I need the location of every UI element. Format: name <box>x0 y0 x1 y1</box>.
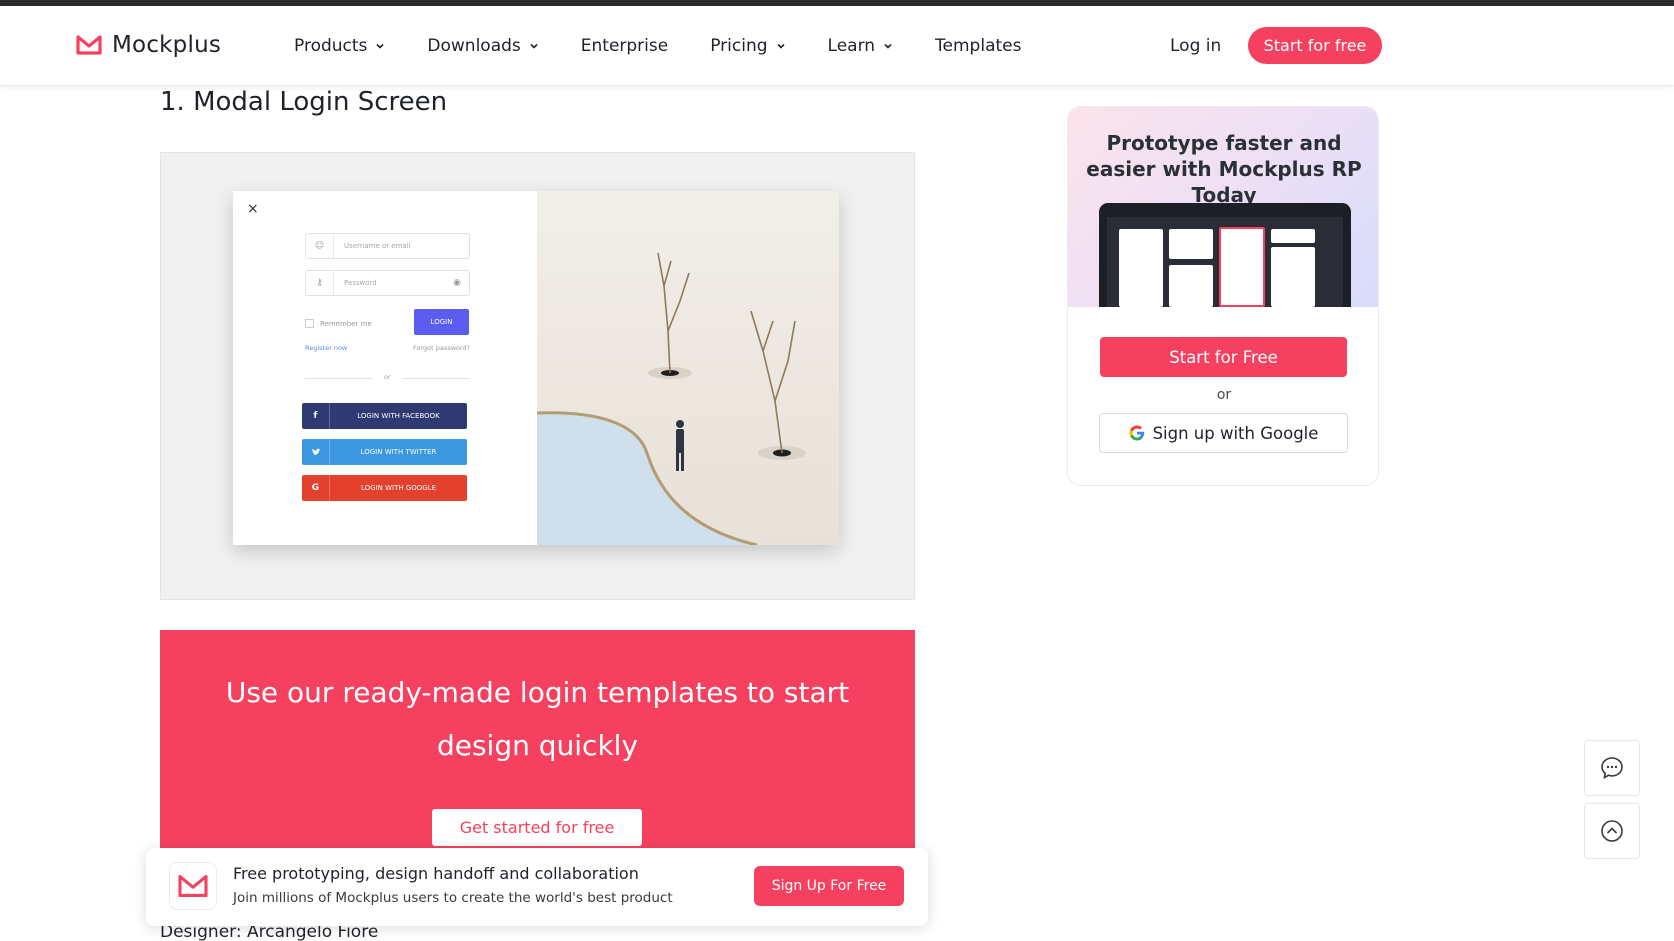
or-text: or <box>384 373 391 381</box>
username-field: ☺ Username or email <box>305 233 470 259</box>
twitter-login-label: LOGIN WITH TWITTER <box>360 448 437 456</box>
divider-line <box>305 378 373 379</box>
sign-up-button[interactable]: Sign Up For Free <box>754 866 904 906</box>
chat-icon <box>1601 757 1623 779</box>
google-icon: G <box>302 475 330 501</box>
facebook-login-label: LOGIN WITH FACEBOOK <box>357 412 440 420</box>
or-divider: or <box>305 373 470 383</box>
brand-logo[interactable]: Mockplus <box>76 32 221 58</box>
promo-banner: Use our ready-made login templates to st… <box>160 630 915 850</box>
close-icon: × <box>247 201 259 217</box>
brand-name: Mockplus <box>112 32 222 58</box>
screen-card <box>1271 247 1315 307</box>
twitter-icon <box>302 439 330 465</box>
google-signup-label: Sign up with Google <box>1152 423 1319 443</box>
twitter-login-button: LOGIN WITH TWITTER <box>302 439 467 465</box>
sidebar-heading: Prototype faster and easier with Mockplu… <box>1086 131 1362 207</box>
nav-learn-label: Learn <box>827 36 876 56</box>
nav-learn[interactable]: Learn <box>828 36 894 56</box>
laptop-screen <box>1107 217 1343 307</box>
screen-card <box>1271 229 1315 243</box>
password-placeholder: Password <box>344 279 377 287</box>
username-placeholder: Username or email <box>344 242 411 250</box>
signup-sticky-bar: Free prototyping, design handoff and col… <box>146 848 928 926</box>
nav-products[interactable]: Products <box>294 36 385 56</box>
divider-line <box>402 378 470 379</box>
sidebar-hero: Prototype faster and easier with Mockplu… <box>1068 107 1378 307</box>
promo-text: Use our ready-made login templates to st… <box>225 676 850 762</box>
site-header: Mockplus Products Downloads Enterprise P… <box>0 6 1674 86</box>
sidebar-or-text: or <box>1216 387 1232 403</box>
nav-enterprise[interactable]: Enterprise <box>581 36 668 56</box>
screen-card <box>1169 229 1213 259</box>
preview-login-button: LOGIN <box>414 309 469 335</box>
key-icon: ⚷ <box>306 271 334 295</box>
screen-card <box>1169 265 1213 307</box>
start-for-free-button[interactable]: Start for free <box>1248 27 1382 64</box>
google-signup-button[interactable]: Sign up with Google <box>1099 413 1348 453</box>
user-icon: ☺ <box>306 234 334 258</box>
chevron-down-icon <box>530 43 538 49</box>
back-to-top-icon <box>1601 820 1623 842</box>
article-heading: 1. Modal Login Screen <box>160 87 448 117</box>
nav-downloads-label: Downloads <box>427 36 521 56</box>
nav-pricing[interactable]: Pricing <box>710 36 785 56</box>
register-link: Register now <box>305 344 348 352</box>
modal-form-panel: × ☺ Username or email ⚷ Password ◉ Remem… <box>233 191 537 545</box>
chat-button[interactable] <box>1584 740 1640 796</box>
chevron-down-icon <box>376 43 384 49</box>
password-field: ⚷ Password ◉ <box>305 270 470 296</box>
nav-pricing-label: Pricing <box>710 36 768 56</box>
remember-checkbox <box>305 319 314 328</box>
sticky-title: Free prototyping, design handoff and col… <box>233 864 639 883</box>
screen-card <box>1119 229 1163 307</box>
google-login-label: LOGIN WITH GOOGLE <box>360 484 437 492</box>
forgot-password-link: Forgot password? <box>413 344 471 352</box>
modal-login-preview: × ☺ Username or email ⚷ Password ◉ Remem… <box>233 191 839 545</box>
mockplus-logo-icon <box>76 34 102 56</box>
remember-label: Remember me <box>320 319 372 328</box>
sidebar-start-button[interactable]: Start for Free <box>1100 337 1347 377</box>
eye-icon: ◉ <box>453 278 461 288</box>
photo-illustration <box>537 252 806 545</box>
back-to-top-button[interactable] <box>1584 803 1640 859</box>
nav-enterprise-label: Enterprise <box>580 36 669 56</box>
nav-templates[interactable]: Templates <box>935 36 1021 56</box>
screen-card-selected <box>1219 227 1265 307</box>
facebook-login-button: f LOGIN WITH FACEBOOK <box>302 403 467 429</box>
mockplus-logo-icon <box>169 862 217 910</box>
laptop-illustration <box>1099 203 1351 307</box>
nav-downloads[interactable]: Downloads <box>427 36 538 56</box>
sticky-subtitle: Join millions of Mockplus users to creat… <box>233 890 673 906</box>
main-nav: Products Downloads Enterprise Pricing Le… <box>294 36 1063 56</box>
chevron-down-icon <box>776 43 785 49</box>
modal-photo-panel <box>537 191 839 545</box>
chevron-down-icon <box>884 43 892 49</box>
google-icon <box>1129 425 1144 441</box>
get-started-button[interactable]: Get started for free <box>432 809 642 846</box>
sidebar-promo-card: Prototype faster and easier with Mockplu… <box>1067 106 1379 486</box>
google-login-button: G LOGIN WITH GOOGLE <box>302 475 467 501</box>
nav-products-label: Products <box>294 36 368 56</box>
remember-me: Remember me <box>305 319 372 328</box>
login-screenshot: × ☺ Username or email ⚷ Password ◉ Remem… <box>160 152 915 600</box>
login-link[interactable]: Log in <box>1170 36 1221 56</box>
nav-templates-label: Templates <box>935 36 1022 56</box>
facebook-icon: f <box>302 403 330 429</box>
